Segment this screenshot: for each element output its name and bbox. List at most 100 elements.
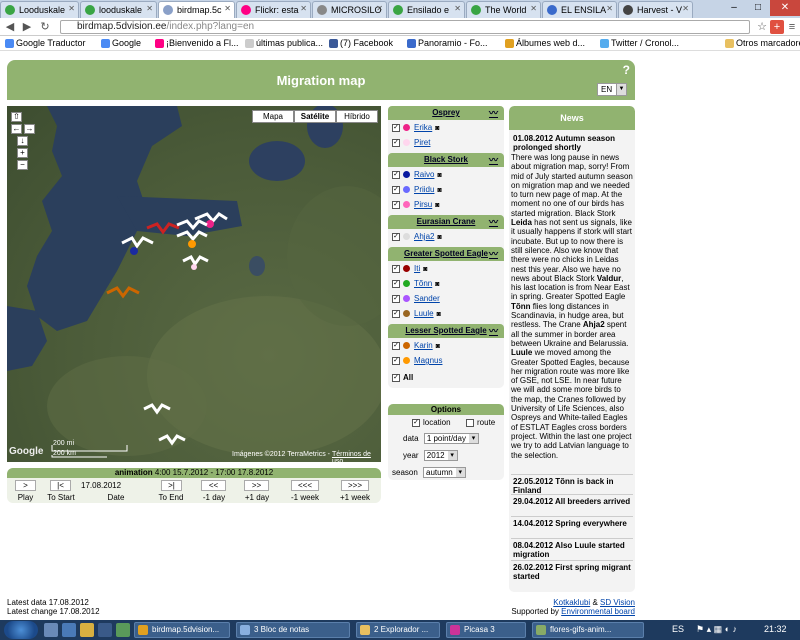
plus-day-button[interactable]: >> [244, 480, 269, 491]
close-icon[interactable]: ✕ [770, 0, 800, 16]
news-headline-first[interactable]: 01.08.2012 Autumn season prolonged short… [513, 134, 631, 152]
bird-name-link[interactable]: Sander [414, 294, 440, 303]
camera-icon[interactable]: ◙ [437, 309, 441, 321]
species-header[interactable]: Lesser Spotted Eagle 〰 [388, 324, 504, 338]
species-name[interactable]: Black Stork [424, 155, 468, 164]
marker-luule[interactable] [158, 434, 186, 446]
url-field[interactable]: birdmap.5dvision.ee/index.php?lang=en [60, 20, 750, 34]
bookmark-item[interactable]: Twitter / Cronol... [600, 38, 679, 48]
plus-week-button[interactable]: >>> [341, 480, 369, 491]
species-name[interactable]: Eurasian Crane [417, 217, 476, 226]
browser-tab[interactable]: looduskale ✕ [80, 1, 157, 18]
camera-icon[interactable]: ◙ [435, 279, 439, 291]
marker-iti[interactable] [146, 222, 180, 235]
bird-row[interactable]: ✓ Karin ◙ [392, 340, 440, 352]
bird-checkbox[interactable]: ✓ [392, 138, 400, 147]
bird-row[interactable]: ✓ Priidu ◙ [392, 184, 442, 196]
bird-name-link[interactable]: Ahja2 [414, 232, 434, 241]
tab-close-icon[interactable]: ✕ [68, 4, 75, 13]
location-checkbox[interactable]: ✓ [412, 418, 420, 427]
camera-icon[interactable]: ◙ [435, 200, 439, 212]
tab-close-icon[interactable]: ✕ [376, 4, 383, 13]
bookmark-item[interactable]: (7) Facebook [329, 38, 393, 48]
species-name[interactable]: Greater Spotted Eagle [404, 249, 488, 258]
wrench-icon[interactable]: ≡ [785, 20, 799, 34]
bird-checkbox[interactable]: ✓ [392, 200, 400, 209]
camera-icon[interactable]: ◙ [436, 341, 440, 353]
species-name[interactable]: Lesser Spotted Eagle [405, 326, 486, 335]
taskbar-item[interactable]: flores-gifs-anim... [532, 622, 644, 638]
browser-tab[interactable]: Looduskale ✕ [0, 1, 79, 18]
all-checkbox[interactable]: ✓ [392, 373, 400, 382]
bird-checkbox[interactable]: ✓ [392, 264, 400, 273]
bird-row[interactable]: ✓ Pirsu ◙ [392, 199, 439, 211]
bird-checkbox[interactable]: ✓ [392, 356, 400, 365]
input-language[interactable]: ES [672, 624, 684, 634]
camera-icon[interactable]: ◙ [435, 123, 439, 135]
bird-row[interactable]: ✓ Tõnn ◙ [392, 278, 439, 290]
marker-raivo[interactable] [121, 236, 154, 255]
play-button[interactable]: > [15, 480, 36, 491]
bird-row[interactable]: ✓ Erika ◙ [392, 122, 439, 134]
bird-name-link[interactable]: Magnus [414, 356, 442, 365]
quicklaunch-app-icon[interactable] [116, 623, 130, 637]
bookmark-item[interactable]: Otros marcadores [725, 38, 800, 48]
tab-close-icon[interactable]: ✕ [224, 4, 231, 13]
camera-icon[interactable]: ◙ [437, 232, 441, 244]
forward-icon[interactable]: ▶ [20, 20, 34, 34]
tab-close-icon[interactable]: ✕ [146, 4, 153, 13]
tab-close-icon[interactable]: ✕ [606, 4, 613, 13]
back-icon[interactable]: ◀ [3, 20, 17, 34]
tab-close-icon[interactable]: ✕ [682, 4, 689, 13]
news-headline[interactable]: 22.05.2012 Tõnn is back in Finland [513, 477, 631, 495]
browser-tab[interactable]: MICROSILO ✕ [312, 1, 387, 18]
map-terms-link[interactable]: Términos de uso [332, 451, 381, 462]
bird-name-link[interactable]: Raivo [414, 170, 434, 179]
taskbar-item[interactable]: 2 Explorador ... [356, 622, 440, 638]
minus-day-button[interactable]: << [201, 480, 226, 491]
bird-name-link[interactable]: Erika [414, 123, 432, 132]
extension-icon[interactable]: + [770, 20, 784, 34]
bird-name-link[interactable]: Karin [414, 341, 433, 350]
marker-tonn[interactable] [143, 403, 171, 415]
species-header[interactable]: Greater Spotted Eagle 〰 [388, 247, 504, 261]
bird-name-link[interactable]: Iti [414, 264, 420, 273]
marker-karin[interactable] [106, 286, 140, 299]
bookmark-item[interactable]: Google [101, 38, 141, 48]
news-headline[interactable]: 26.02.2012 First spring migrant started [513, 563, 631, 581]
bird-name-link[interactable]: Priidu [414, 185, 434, 194]
camera-icon[interactable]: ◙ [437, 170, 441, 182]
season-select[interactable]: autumn [423, 467, 466, 478]
taskbar-item[interactable]: 3 Bloc de notas [236, 622, 350, 638]
news-headline[interactable]: 08.04.2012 Also Luule started migration [513, 541, 631, 559]
to-end-button[interactable]: >| [161, 480, 182, 491]
marker-pirsu[interactable] [176, 230, 208, 248]
kotkaklubi-link[interactable]: Kotkaklubi [553, 598, 590, 607]
bird-checkbox[interactable]: ✓ [392, 294, 400, 303]
species-name[interactable]: Osprey [432, 108, 460, 117]
to-start-button[interactable]: |< [50, 480, 71, 491]
show-desktop-icon[interactable] [44, 623, 58, 637]
species-header[interactable]: Eurasian Crane 〰 [388, 215, 504, 229]
minus-week-button[interactable]: <<< [291, 480, 319, 491]
tab-close-icon[interactable]: ✕ [530, 4, 537, 13]
bird-checkbox[interactable]: ✓ [392, 309, 400, 318]
bird-checkbox[interactable]: ✓ [392, 170, 400, 179]
bird-row[interactable]: ✓ Raivo ◙ [392, 169, 442, 181]
species-header[interactable]: Osprey 〰 [388, 106, 504, 120]
bird-row[interactable]: ✓ Piret [392, 137, 430, 149]
browser-tab[interactable]: The World ✕ [466, 1, 541, 18]
tab-close-icon[interactable]: ✕ [454, 4, 461, 13]
camera-icon[interactable]: ◙ [437, 185, 441, 197]
start-button[interactable] [4, 621, 38, 639]
bookmark-item[interactable]: Panoramio - Fo... [407, 38, 488, 48]
star-icon[interactable]: ☆ [755, 20, 769, 34]
browser-tab[interactable]: EL ENSILA ✕ [542, 1, 617, 18]
bird-name-link[interactable]: Piret [414, 138, 430, 147]
browser-tab[interactable]: birdmap.5c ✕ [158, 1, 235, 18]
browser-tab[interactable]: Harvest - V ✕ [618, 1, 693, 18]
bird-checkbox[interactable]: ✓ [392, 232, 400, 241]
tray-icons[interactable]: ⚑ ▴ ▦ ◐ ♪ [696, 624, 737, 635]
year-select[interactable]: 2012 [423, 450, 458, 461]
camera-icon[interactable]: ◙ [423, 264, 427, 276]
